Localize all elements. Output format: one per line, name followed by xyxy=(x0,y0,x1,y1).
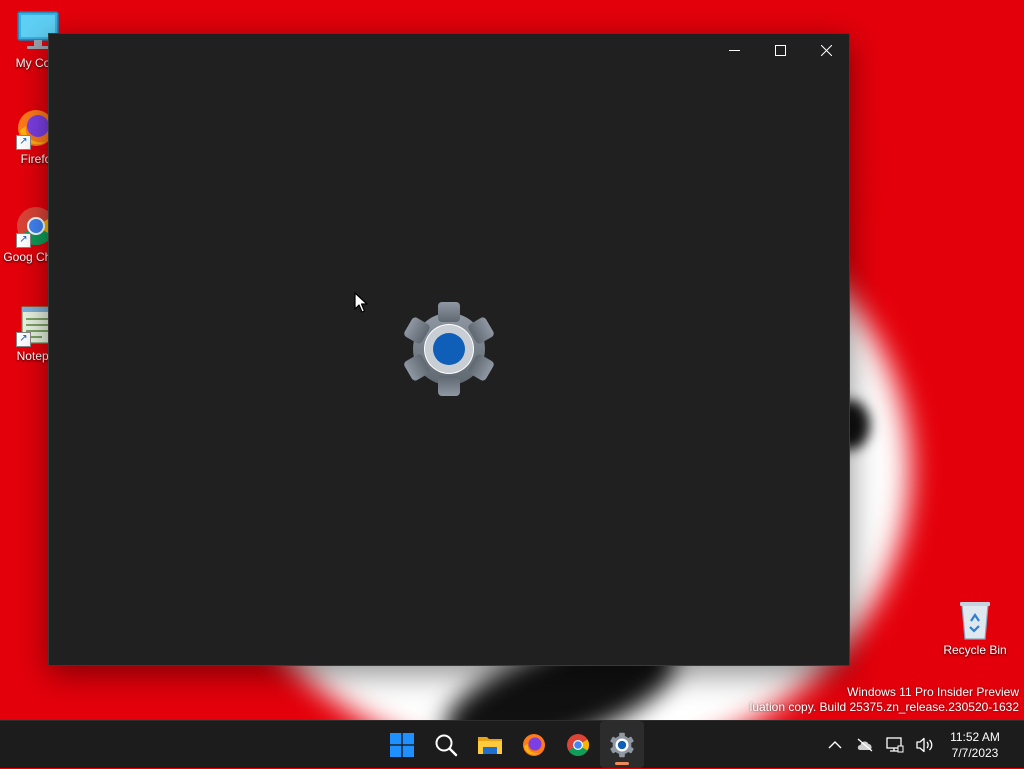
desktop-icon-label: Recycle Bin xyxy=(943,643,1007,657)
chrome-icon xyxy=(567,733,589,756)
running-indicator xyxy=(615,762,629,765)
shortcut-arrow-icon: ↗ xyxy=(16,332,31,347)
settings-gear-icon xyxy=(610,732,634,757)
taskbar-chrome-button[interactable] xyxy=(556,721,600,768)
taskbar-firefox-button[interactable] xyxy=(512,721,556,768)
volume-button[interactable] xyxy=(910,725,940,765)
system-tray: 11:52 AM 7/7/2023 xyxy=(820,721,1024,769)
window-controls xyxy=(711,34,849,66)
mouse-cursor-icon xyxy=(354,292,368,314)
minimize-button[interactable] xyxy=(711,34,757,66)
shortcut-arrow-icon: ↗ xyxy=(16,135,31,150)
show-hidden-icons-button[interactable] xyxy=(820,725,850,765)
network-icon xyxy=(886,737,904,753)
volume-icon xyxy=(916,737,933,753)
taskbar-settings-button[interactable] xyxy=(600,721,644,768)
onedrive-offline-icon xyxy=(857,738,873,752)
watermark-edition: Windows 11 Pro Insider Preview xyxy=(847,685,1019,699)
taskbar-file-explorer-button[interactable] xyxy=(468,721,512,768)
taskbar-search-button[interactable] xyxy=(424,721,468,768)
watermark-build: luation copy. Build 25375.zn_release.230… xyxy=(749,700,1019,714)
shortcut-arrow-icon: ↗ xyxy=(16,233,31,248)
close-icon xyxy=(820,44,832,56)
network-button[interactable] xyxy=(880,725,910,765)
windows-start-icon xyxy=(390,732,414,757)
taskbar-apps xyxy=(380,721,644,769)
search-icon xyxy=(435,734,458,756)
maximize-icon xyxy=(774,44,786,56)
firefox-icon xyxy=(523,733,545,756)
minimize-icon xyxy=(728,49,740,51)
clock-date: 7/7/2023 xyxy=(951,746,999,760)
windows-watermark: Windows 11 Pro Insider Preview luation c… xyxy=(750,685,1019,715)
onedrive-button[interactable] xyxy=(850,725,880,765)
desktop-icon-recycle-bin[interactable]: Recycle Bin xyxy=(937,597,1013,658)
recycle-bin-icon xyxy=(953,597,997,641)
clock-button[interactable]: 11:52 AM 7/7/2023 xyxy=(940,729,1010,761)
close-button[interactable] xyxy=(803,34,849,66)
clock-time: 11:52 AM xyxy=(950,730,1000,744)
taskbar: 11:52 AM 7/7/2023 xyxy=(0,720,1024,768)
settings-gear-icon xyxy=(399,302,499,396)
maximize-button[interactable] xyxy=(757,34,803,66)
folder-icon xyxy=(478,736,502,754)
chevron-up-icon xyxy=(828,741,842,749)
taskbar-start-button[interactable] xyxy=(380,721,424,768)
settings-window[interactable] xyxy=(48,33,850,666)
